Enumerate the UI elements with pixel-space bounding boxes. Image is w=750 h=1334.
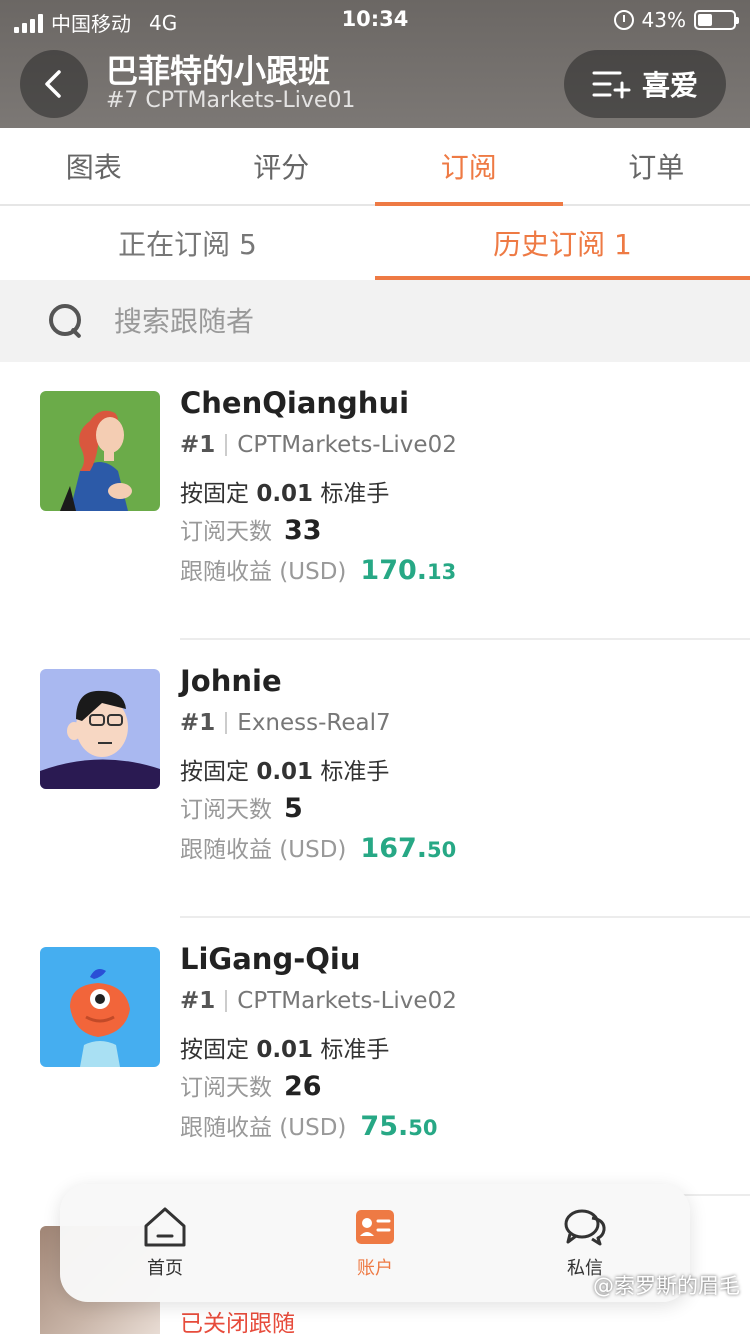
days-label: 订阅天数 [180, 1075, 272, 1101]
follow-profit: 跟随收益 (USD) 75. 50 [180, 1108, 437, 1142]
account-name: CPTMarkets-Live02 [237, 988, 457, 1014]
profit-label: 跟随收益 (USD) [180, 837, 347, 863]
tab-orders[interactable]: 订单 [563, 128, 750, 204]
follow-profit: 跟随收益 (USD) 167. 50 [180, 830, 456, 864]
tab-chart[interactable]: 图表 [0, 128, 188, 204]
chevron-left-icon [45, 70, 61, 98]
list-item[interactable]: LiGang-Qiu #1 CPTMarkets-Live02 按固定 0.01… [0, 918, 750, 1196]
copy-mode: 按固定 0.01 标准手 [180, 474, 389, 508]
search-input[interactable] [114, 304, 614, 338]
copy-mode: 按固定 0.01 标准手 [180, 752, 389, 786]
lot-size: 0.01 [256, 1037, 314, 1063]
search-icon [46, 301, 86, 341]
profit-decimal: 50 [427, 838, 457, 862]
rank-badge: #1 [180, 988, 216, 1014]
follower-account: #1 CPTMarkets-Live02 [180, 988, 457, 1014]
mode-prefix: 按固定 [180, 481, 249, 507]
page-title: 巴菲特的小跟班 [106, 52, 331, 90]
header: 中国移动 4G 10:34 43% 巴菲特的小跟班 #7 CPTMarkets-… [0, 0, 750, 128]
nav-account[interactable]: 账户 [270, 1184, 480, 1302]
status-bar: 中国移动 4G 10:34 43% [0, 0, 750, 40]
copy-mode: 按固定 0.01 标准手 [180, 1030, 389, 1064]
profit-integer: 167. [360, 833, 428, 864]
avatar-cyclops-blue-icon [40, 947, 160, 1067]
days-label: 订阅天数 [180, 797, 272, 823]
list-item[interactable]: ChenQianghui #1 CPTMarkets-Live02 按固定 0.… [0, 362, 750, 640]
follower-account: #1 Exness-Real7 [180, 710, 391, 736]
rank-badge: #1 [180, 432, 216, 458]
divider [225, 712, 228, 734]
subscription-days: 订阅天数 33 [180, 512, 322, 546]
avatar [40, 947, 160, 1067]
avatar [40, 669, 160, 789]
avatar-man-glasses-icon [40, 669, 160, 789]
tab-rating[interactable]: 评分 [188, 128, 376, 204]
rank-badge: #1 [180, 710, 216, 736]
account-name: Exness-Real7 [237, 710, 391, 736]
days-value: 26 [284, 1071, 322, 1102]
follower-name: LiGang-Qiu [180, 942, 361, 976]
avatar-woman-green-icon [40, 391, 160, 511]
profit-decimal: 50 [408, 1116, 438, 1140]
subscription-days: 订阅天数 5 [180, 790, 303, 824]
lot-size: 0.01 [256, 759, 314, 785]
follower-name: ChenQianghui [180, 386, 410, 420]
avatar [40, 391, 160, 511]
subtab-history[interactable]: 历史订阅 1 [375, 206, 750, 280]
favorite-button[interactable]: 喜爱 [564, 50, 726, 118]
follow-profit: 跟随收益 (USD) 170. 13 [180, 552, 456, 586]
lot-size: 0.01 [256, 481, 314, 507]
days-value: 33 [284, 515, 322, 546]
list-item[interactable]: Johnie #1 Exness-Real7 按固定 0.01 标准手 订阅天数… [0, 640, 750, 918]
profit-decimal: 13 [427, 560, 457, 584]
divider [225, 434, 228, 456]
mode-suffix: 标准手 [320, 1037, 390, 1063]
sub-tabs: 正在订阅 5 历史订阅 1 [0, 206, 750, 280]
mode-prefix: 按固定 [180, 1037, 249, 1063]
favorite-label: 喜爱 [641, 69, 698, 102]
chat-bubbles-icon [564, 1209, 606, 1246]
main-tabs: 图表 评分 订阅 订单 [0, 128, 750, 206]
follower-account: #1 CPTMarkets-Live02 [180, 432, 457, 458]
alarm-icon [613, 10, 634, 30]
mode-prefix: 按固定 [180, 759, 249, 785]
nav-home[interactable]: 首页 [60, 1184, 270, 1302]
follower-list: ChenQianghui #1 CPTMarkets-Live02 按固定 0.… [0, 362, 750, 1196]
watermark: @索罗斯的眉毛 [593, 1274, 740, 1298]
nav-account-label: 账户 [357, 1258, 393, 1279]
page-subtitle: #7 CPTMarkets-Live01 [106, 88, 356, 113]
subtab-current[interactable]: 正在订阅 5 [0, 206, 375, 280]
battery-percent: 43% [641, 8, 686, 32]
account-name: CPTMarkets-Live02 [237, 432, 457, 458]
profit-integer: 170. [360, 555, 428, 586]
divider [225, 990, 228, 1012]
back-button[interactable] [20, 50, 88, 118]
profit-label: 跟随收益 (USD) [180, 559, 347, 585]
profit-integer: 75. [360, 1111, 409, 1142]
profit-label: 跟随收益 (USD) [180, 1115, 347, 1141]
search-bar [0, 280, 750, 362]
battery-icon [694, 10, 739, 30]
follower-name: Johnie [180, 664, 282, 698]
mode-suffix: 标准手 [320, 759, 390, 785]
nav-home-label: 首页 [147, 1258, 183, 1279]
closed-status: 已关闭跟随 [180, 1311, 295, 1334]
days-label: 订阅天数 [180, 519, 272, 545]
subscription-days: 订阅天数 26 [180, 1068, 322, 1102]
mode-suffix: 标准手 [320, 481, 390, 507]
days-value: 5 [284, 793, 303, 824]
account-card-icon [356, 1210, 394, 1244]
add-list-icon [592, 71, 631, 99]
home-icon [144, 1207, 186, 1247]
tab-subscription[interactable]: 订阅 [375, 128, 563, 206]
